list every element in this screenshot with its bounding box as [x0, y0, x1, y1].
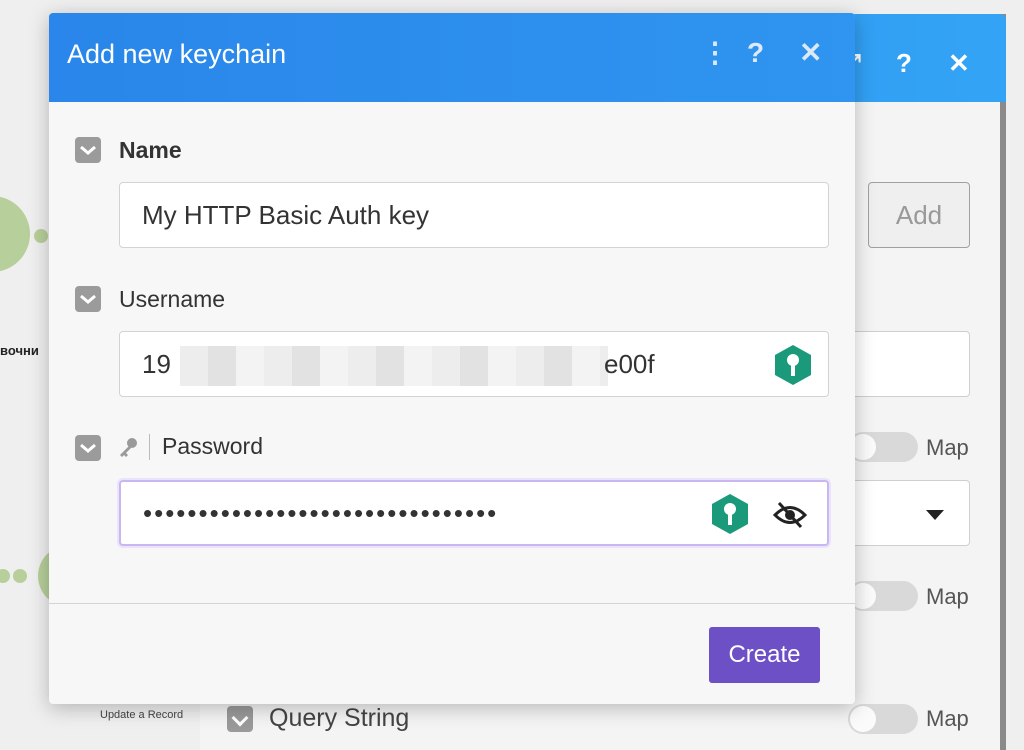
- name-label: Name: [119, 137, 182, 163]
- username-value-start: 19: [142, 348, 171, 379]
- close-icon[interactable]: ✕: [799, 39, 822, 67]
- map-label: Map: [926, 584, 969, 609]
- dialog-title: Add new keychain: [67, 39, 287, 69]
- dialog-header: Add new keychain ⋮ ? ✕: [49, 13, 855, 102]
- add-keychain-button[interactable]: Add: [868, 182, 970, 248]
- checkbox-icon: [80, 443, 96, 453]
- connector-dot: [0, 569, 10, 583]
- label-separator: [149, 433, 150, 460]
- checkbox-icon: [80, 145, 96, 155]
- caret-down-icon: [926, 510, 944, 520]
- module-node-sublabel: Update a Record: [100, 709, 184, 721]
- create-button[interactable]: Create: [709, 627, 820, 683]
- password-checkbox[interactable]: [75, 435, 101, 461]
- map-label: Map: [926, 706, 969, 731]
- password-input[interactable]: ••••••••••••••••••••••••••••••••: [119, 480, 829, 546]
- name-input-value: My HTTP Basic Auth key: [142, 199, 430, 230]
- module-node[interactable]: [0, 196, 30, 272]
- map-toggle[interactable]: [848, 432, 918, 462]
- map-toggle[interactable]: [848, 704, 918, 734]
- map-label: Map: [926, 435, 969, 460]
- close-icon[interactable]: ✕: [948, 50, 970, 76]
- eye-slash-icon[interactable]: [773, 500, 807, 530]
- username-input[interactable]: 19 e00f: [119, 331, 829, 397]
- connector-dot: [13, 569, 27, 583]
- help-icon[interactable]: ?: [747, 39, 764, 67]
- keychain-hex-icon[interactable]: [774, 344, 812, 386]
- redacted-block: [180, 346, 608, 386]
- password-label: Password: [162, 433, 263, 459]
- key-icon: [120, 437, 137, 457]
- add-keychain-dialog: Add new keychain ⋮ ? ✕ Name My HTTP Basi…: [49, 13, 855, 704]
- map-toggle[interactable]: [848, 581, 918, 611]
- more-icon[interactable]: ⋮: [701, 39, 729, 67]
- name-checkbox[interactable]: [75, 137, 101, 163]
- keychain-hex-icon[interactable]: [711, 493, 749, 535]
- username-label: Username: [119, 286, 226, 312]
- checkbox-icon: [80, 294, 96, 304]
- connector-dot: [34, 229, 48, 243]
- query-string-checkbox[interactable]: [227, 706, 253, 732]
- username-value-end: e00f: [604, 348, 655, 379]
- module-node-label: вочни: [0, 343, 39, 358]
- password-label-group: Password: [117, 433, 263, 460]
- name-input[interactable]: My HTTP Basic Auth key: [119, 182, 829, 248]
- password-masked-value: ••••••••••••••••••••••••••••••••: [143, 497, 499, 528]
- query-string-label: Query String: [269, 704, 410, 732]
- help-icon[interactable]: ?: [896, 50, 912, 76]
- username-checkbox[interactable]: [75, 286, 101, 312]
- footer-divider: [49, 603, 855, 604]
